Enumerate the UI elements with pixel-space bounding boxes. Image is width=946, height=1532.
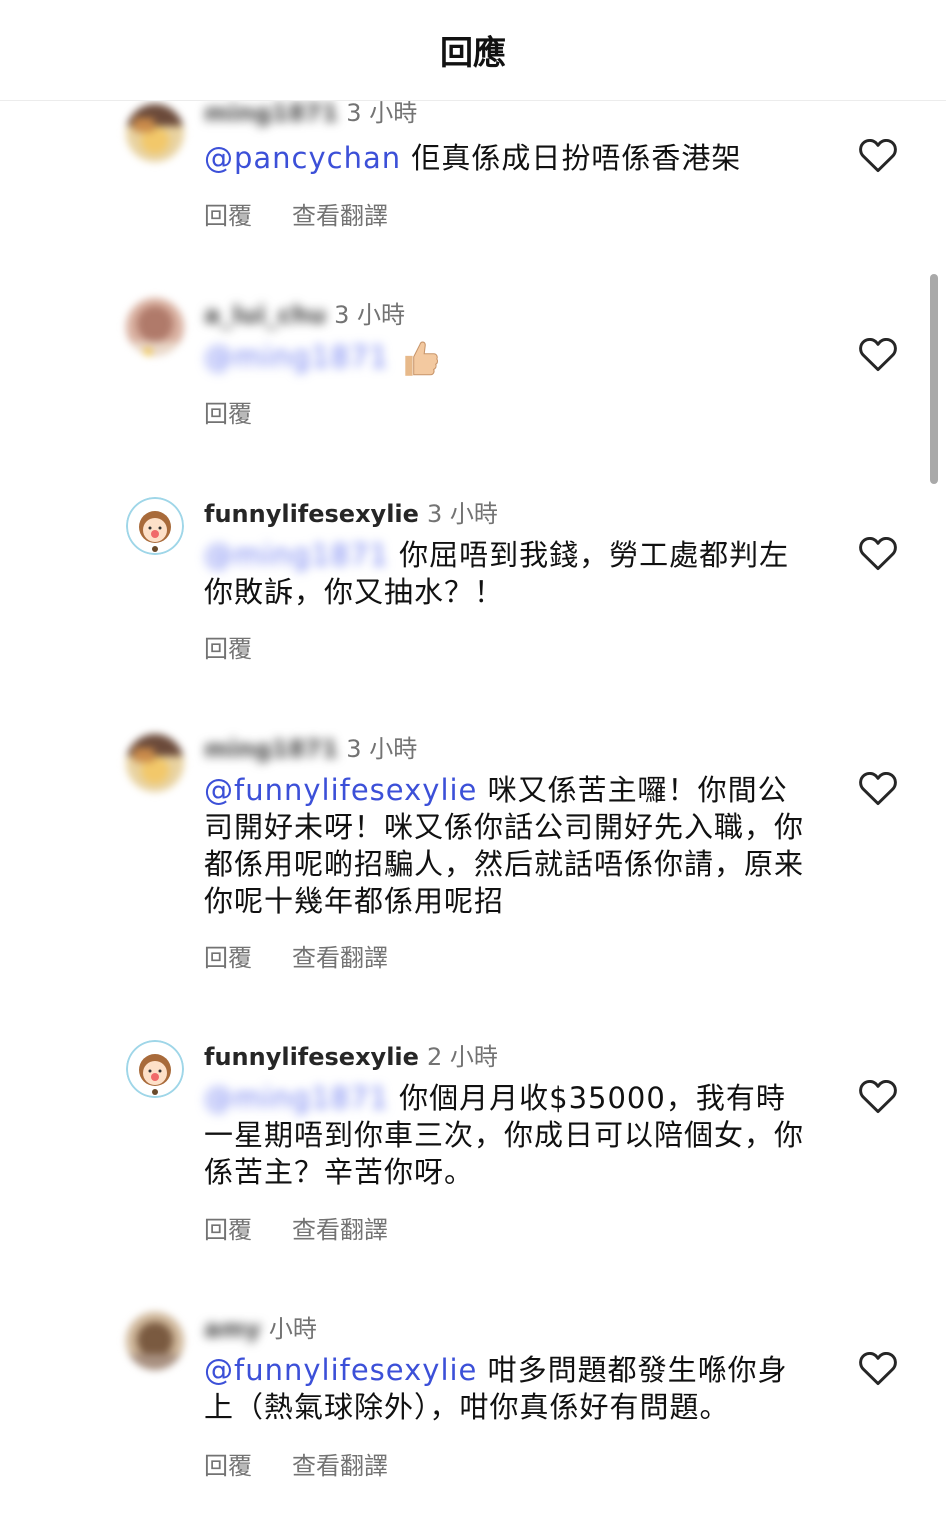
mention-link[interactable]: @ming1871 [204, 1081, 389, 1115]
timestamp: 2 小時 [426, 1043, 498, 1071]
comment-text: @ming1871 [204, 338, 804, 380]
reply-button[interactable]: 回覆 [204, 1452, 252, 1480]
reply-button[interactable]: 回覆 [204, 202, 252, 230]
timestamp: 3 小時 [346, 99, 418, 127]
comment-meta: amy 小時 [204, 1312, 317, 1346]
reply-button[interactable]: 回覆 [204, 635, 252, 663]
avatar[interactable] [126, 104, 184, 162]
username[interactable]: ming1871 [204, 735, 338, 763]
sheet-header: 回應 [0, 0, 946, 101]
avatar[interactable] [126, 1040, 184, 1098]
avatar[interactable] [126, 298, 184, 356]
comment-actions: 回覆 查看翻譯 [204, 1210, 428, 1245]
timestamp: 小時 [268, 1315, 317, 1343]
comment-text: @pancychan 佢真係成日扮唔係香港架 [204, 140, 804, 177]
timestamp: 3 小時 [346, 735, 418, 763]
comment-actions: 回覆 [204, 629, 292, 664]
comment-meta: funnylifesexylie 3 小時 [204, 497, 498, 531]
username[interactable]: a_lui_chu [204, 301, 326, 329]
username[interactable]: amy [204, 1315, 261, 1343]
mention-link[interactable]: @pancychan [204, 141, 401, 175]
avatar[interactable] [126, 734, 184, 792]
reply-button[interactable]: 回覆 [204, 944, 252, 972]
see-translation-button[interactable]: 查看翻譯 [292, 1452, 388, 1480]
thumbs-up-emoji-icon [405, 341, 438, 376]
heart-icon[interactable] [858, 137, 898, 173]
heart-icon[interactable] [858, 535, 898, 571]
comment-actions: 回覆 查看翻譯 [204, 938, 428, 973]
username[interactable]: ming1871 [204, 99, 338, 127]
page-title: 回應 [440, 33, 506, 72]
heart-icon[interactable] [858, 1078, 898, 1114]
comment-body: 佢真係成日扮唔係香港架 [401, 141, 742, 175]
heart-icon[interactable] [858, 336, 898, 372]
comment-actions: 回覆 [204, 394, 292, 429]
scrollbar[interactable] [930, 274, 938, 484]
see-translation-button[interactable]: 查看翻譯 [292, 944, 388, 972]
heart-icon[interactable] [858, 770, 898, 806]
comment-meta: ming1871 3 小時 [204, 96, 417, 130]
mention-link[interactable]: @ming1871 [204, 538, 389, 572]
see-translation-button[interactable]: 查看翻譯 [292, 202, 388, 230]
comment-meta: funnylifesexylie 2 小時 [204, 1040, 498, 1074]
mention-link[interactable]: @ming1871 [204, 340, 389, 374]
comment-text: @ming1871 你個月月收$35000，我有時一星期唔到你車三次，你成日可以… [204, 1080, 804, 1191]
username[interactable]: funnylifesexylie [204, 1043, 419, 1071]
comment-actions: 回覆 查看翻譯 [204, 1446, 428, 1481]
heart-icon[interactable] [858, 1350, 898, 1386]
avatar[interactable] [126, 497, 184, 555]
comment-actions: 回覆 查看翻譯 [204, 196, 428, 231]
reply-button[interactable]: 回覆 [204, 1216, 252, 1244]
comment-meta: ming1871 3 小時 [204, 732, 417, 766]
comment-text: @funnylifesexylie 咁多問題都發生喺你身上（熱氣球除外），咁你真… [204, 1352, 804, 1426]
mention-link[interactable]: @funnylifesexylie [204, 773, 477, 807]
timestamp: 3 小時 [426, 500, 498, 528]
comment-text: @ming1871 你屈唔到我錢，勞工處都判左你敗訴，你又抽水？！ [204, 537, 804, 611]
comment-meta: a_lui_chu 3 小時 [204, 298, 405, 332]
see-translation-button[interactable]: 查看翻譯 [292, 1216, 388, 1244]
comments-sheet: 回應 ming1871 3 小時 @pancychan 佢真係成日扮唔係香港架 回… [0, 0, 946, 1532]
comment-text: @funnylifesexylie 咪又係苦主囉！你間公司開好未呀！咪又係你話公… [204, 772, 804, 920]
username[interactable]: funnylifesexylie [204, 500, 419, 528]
avatar[interactable] [126, 1312, 184, 1370]
timestamp: 3 小時 [334, 301, 406, 329]
mention-link[interactable]: @funnylifesexylie [204, 1353, 477, 1387]
reply-button[interactable]: 回覆 [204, 400, 252, 428]
